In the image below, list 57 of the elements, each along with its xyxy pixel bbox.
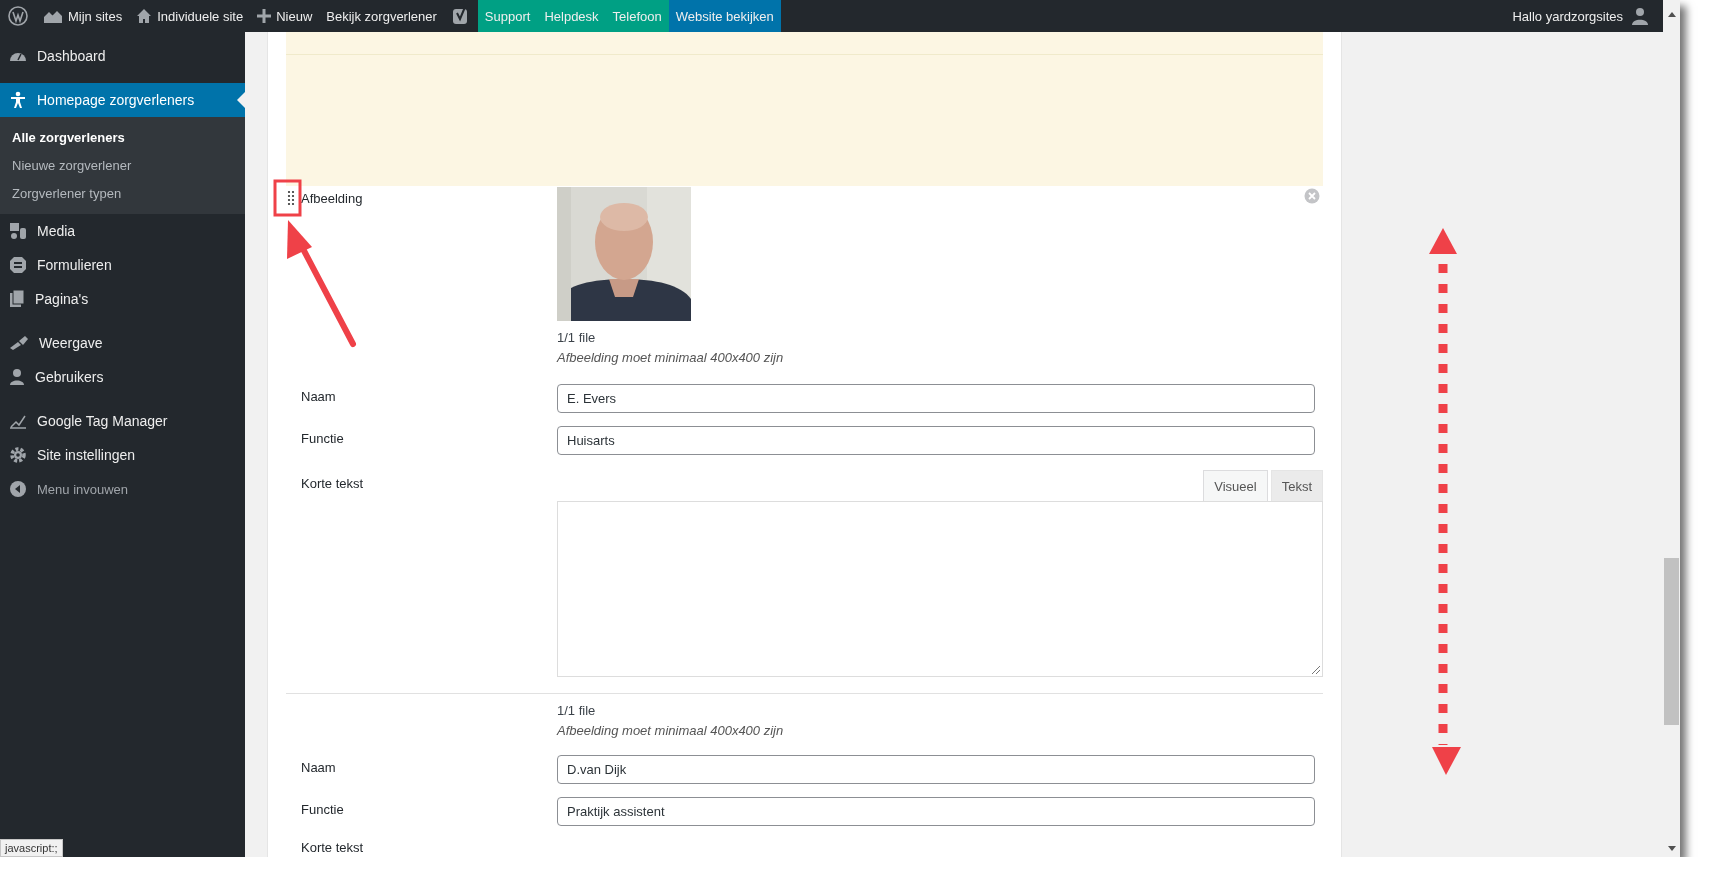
sidebar-item[interactable]: Site instellingen — [0, 438, 245, 472]
sidebar-item[interactable]: Homepage zorgverleners — [0, 83, 245, 117]
sidebar-item[interactable]: Media — [0, 214, 245, 248]
field-label: Korte tekst — [301, 839, 364, 855]
editor-tab[interactable]: Visueel — [1203, 470, 1268, 501]
file-count: 1/1 file — [557, 702, 597, 720]
toolbar-link[interactable]: Bekijk zorgverlener — [319, 0, 444, 32]
hint-text: Afbeelding moet minimaal 400x400 zijn — [557, 349, 785, 367]
highlight-frame — [273, 179, 302, 217]
field-label: Naam — [301, 388, 336, 404]
scrollbar[interactable] — [1663, 0, 1680, 857]
input-field[interactable]: E. Evers — [557, 384, 1315, 413]
file-count: 1/1 file — [557, 329, 597, 347]
remove-icon[interactable] — [1304, 188, 1320, 204]
form-icon — [9, 256, 27, 274]
toolbar-link[interactable]: Individuele site — [129, 0, 251, 32]
sidebar-item[interactable]: Weergave — [0, 326, 245, 360]
submenu-item[interactable]: Zorgverlener typen — [0, 179, 245, 207]
toolbar-link[interactable]: Nieuw — [250, 0, 320, 32]
houses-icon — [43, 8, 63, 24]
field-label: Functie — [301, 430, 344, 446]
user-avatar-icon — [1631, 7, 1649, 25]
text-area[interactable] — [557, 501, 1323, 677]
field-label: Functie — [301, 801, 344, 817]
sidebar-item[interactable]: Google Tag Manager — [0, 404, 245, 438]
sidebar-item[interactable]: Formulieren — [0, 248, 245, 282]
input-field[interactable]: Huisarts — [557, 426, 1315, 455]
field-label: Naam — [301, 759, 336, 775]
hint-text: Afbeelding moet minimaal 400x400 zijn — [557, 722, 785, 740]
status-url: javascript:; — [0, 839, 63, 857]
person-icon — [9, 91, 27, 109]
toolbar-link[interactable]: Mijn sites — [36, 0, 130, 32]
sidebar-item[interactable]: Pagina's — [0, 282, 245, 316]
plus-icon — [257, 9, 272, 23]
toolbar-link[interactable]: Website bekijken — [668, 0, 781, 32]
pages-icon — [9, 290, 25, 308]
input-field[interactable]: D.van Dijk — [557, 755, 1315, 784]
y-logo-icon[interactable] — [451, 6, 470, 26]
brush-icon — [9, 335, 29, 351]
collapse-icon — [9, 480, 27, 498]
user-icon — [9, 368, 25, 386]
input-field[interactable]: Praktijk assistent — [557, 797, 1315, 826]
field-label: Korte tekst — [301, 475, 364, 491]
field-label: Afbeelding — [301, 190, 363, 206]
resize-grip-icon — [1312, 666, 1320, 674]
editor-tab[interactable]: Tekst — [1270, 470, 1323, 501]
wordpress-logo-icon[interactable] — [8, 6, 28, 26]
settings-icon — [9, 446, 27, 464]
sidebar-item[interactable]: Dashboard — [0, 39, 245, 73]
sidebar-item[interactable]: Gebruikers — [0, 360, 245, 394]
submenu-item[interactable]: Nieuwe zorgverlener — [0, 151, 245, 179]
chart-icon — [9, 413, 27, 429]
greeting-link[interactable]: Hallo yardzorgsites — [1512, 8, 1623, 24]
collapse-menu-button[interactable]: Menu invouwen — [0, 472, 245, 506]
submenu-item[interactable]: Alle zorgverleners — [0, 123, 245, 151]
media-icon — [9, 222, 27, 240]
house-icon — [136, 8, 153, 24]
